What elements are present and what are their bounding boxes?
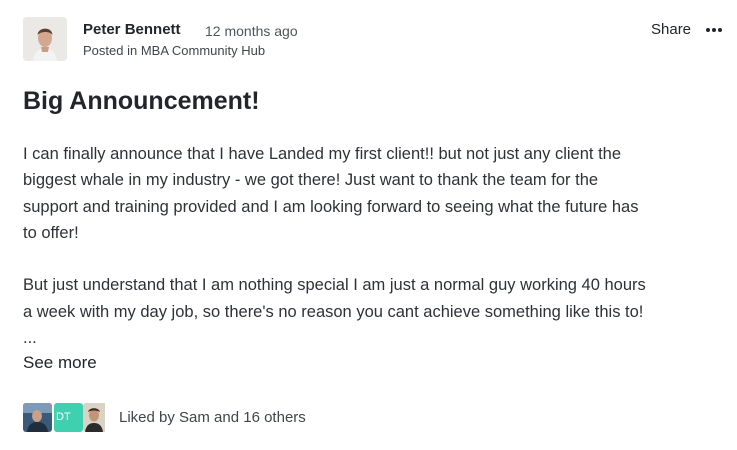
share-button[interactable]: Share (651, 19, 691, 41)
see-more-link[interactable]: See more (23, 351, 97, 375)
body-line: I can finally announce that I have Lande… (23, 145, 622, 163)
liker-avatar-photo-icon[interactable] (83, 403, 112, 432)
body-line: But just understand that I am nothing sp… (23, 276, 646, 295)
liked-by-text[interactable]: Liked by Sam and 16 others (119, 408, 306, 428)
more-options-icon[interactable] (705, 22, 723, 38)
more-dot (712, 28, 716, 32)
liker-avatar-initials[interactable]: DT (54, 403, 83, 432)
community-post: Peter Bennett 12 months ago Posted in MB… (0, 0, 737, 450)
author-name[interactable]: Peter Bennett (83, 20, 181, 40)
post-body: I can finally announce that I have Lande… (23, 141, 723, 351)
posted-in-group[interactable]: Posted in MBA Community Hub (83, 42, 265, 60)
liker-avatar-photo-icon[interactable] (23, 403, 52, 432)
body-line: biggest whale in my industry - we got th… (23, 171, 599, 190)
body-line: to offer! (23, 223, 79, 242)
body-line: a week with my day job, so there's no re… (23, 302, 644, 321)
author-photo-icon (23, 17, 67, 61)
more-dot (718, 28, 722, 32)
author-avatar[interactable] (23, 17, 67, 61)
body-ellipsis: ... (23, 329, 37, 348)
body-line: support and training provided and I am l… (23, 197, 639, 216)
more-dot (706, 28, 710, 32)
post-timestamp: 12 months ago (205, 23, 298, 39)
post-title: Big Announcement! (23, 87, 260, 115)
